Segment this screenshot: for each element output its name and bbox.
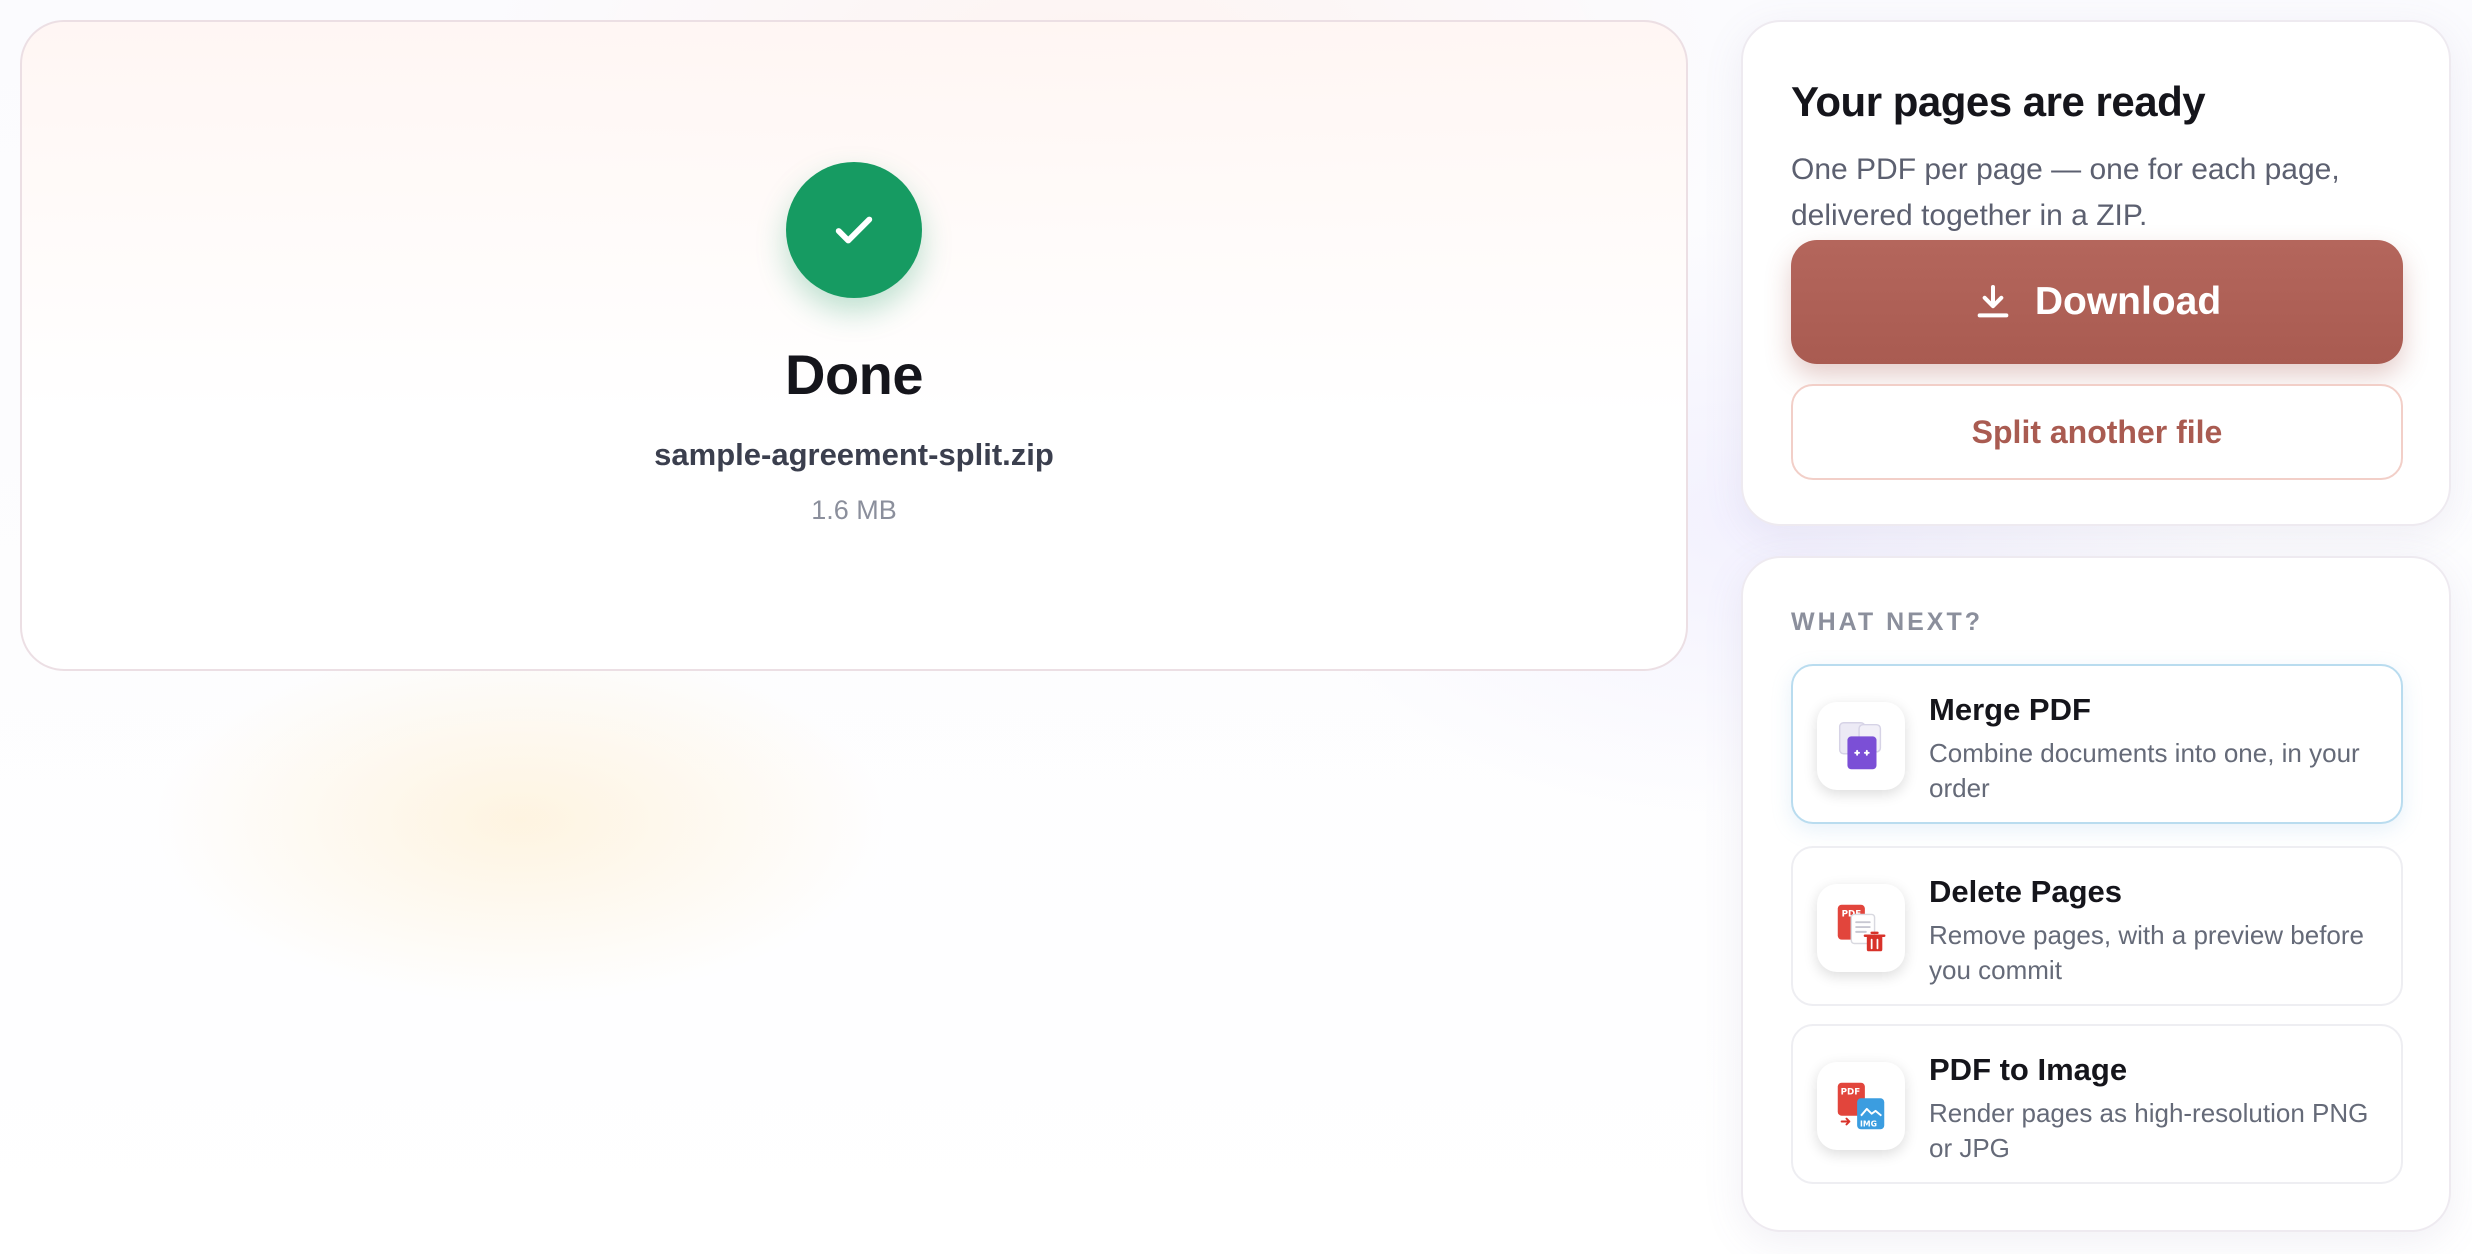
- download-label: Download: [2034, 280, 2222, 323]
- check-icon: [835, 216, 873, 244]
- tool-description: Remove pages, with a preview before you …: [1929, 920, 2365, 985]
- merge-pdf-icon: [1817, 702, 1905, 790]
- ready-card: Your pages are ready One PDF per page — …: [1741, 20, 2451, 526]
- ready-description: One PDF per page — one for each page, de…: [1791, 153, 2340, 232]
- delete-pages-icon: PDF: [1817, 884, 1905, 972]
- output-file-name: sample-agreement-split.zip: [654, 437, 1054, 472]
- tool-title: Delete Pages: [1929, 874, 2122, 909]
- result-card: Done sample-agreement-split.zip 1.6 MB: [20, 20, 1688, 671]
- svg-text:PDF: PDF: [1841, 1087, 1861, 1097]
- tool-title: PDF to Image: [1929, 1052, 2128, 1087]
- tool-pdf-to-image[interactable]: PDF IMG PDF to Image Render pages as hig…: [1791, 1024, 2403, 1184]
- success-badge: [786, 162, 922, 298]
- ready-title: Your pages are ready: [1791, 78, 2206, 125]
- tool-description: Combine documents into one, in your orde…: [1929, 738, 2360, 803]
- tool-title: Merge PDF: [1929, 692, 2091, 727]
- tool-delete-pages[interactable]: PDF Delete Pages Remove pages, with a pr…: [1791, 846, 2403, 1006]
- download-icon: [1977, 285, 2009, 318]
- split-another-file-button[interactable]: Split another file: [1791, 384, 2403, 480]
- pdf-to-image-icon: PDF IMG: [1817, 1062, 1905, 1150]
- status-title: Done: [785, 343, 924, 406]
- page: Done sample-agreement-split.zip 1.6 MB Y…: [0, 0, 2472, 1254]
- tool-description: Render pages as high-resolution PNG or J…: [1929, 1098, 2369, 1163]
- output-file-size: 1.6 MB: [811, 495, 897, 525]
- what-next-heading: WHAT NEXT?: [1791, 608, 1984, 636]
- tool-merge-pdf[interactable]: Merge PDF Combine documents into one, in…: [1791, 664, 2403, 824]
- svg-text:IMG: IMG: [1860, 1119, 1877, 1128]
- split-another-file-label: Split another file: [1971, 413, 2223, 450]
- what-next-card: WHAT NEXT? Merge PDF Combine documents i…: [1741, 556, 2451, 1232]
- download-button[interactable]: Download: [1791, 240, 2403, 364]
